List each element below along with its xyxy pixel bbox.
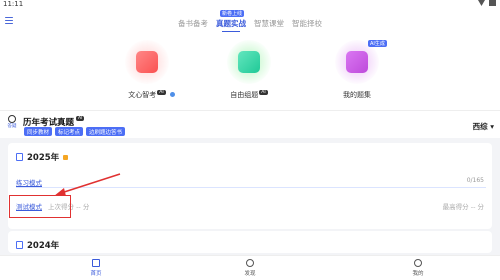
nav-profile[interactable]: 我的 [398,259,438,277]
exam-book-icon [136,51,158,73]
chip: 标记考点 [55,127,84,136]
ai-badge: AI [157,90,166,95]
feature-free-compose[interactable]: 自由组题 AI [214,40,284,100]
nav-home[interactable]: 首页 [76,259,116,277]
best-score: 最高得分 -- 分 [442,203,484,211]
top-tabs: 备书备考 新卷上线 真题实战 智慧课堂 智能择校 [178,10,322,32]
nav-label: 我的 [412,271,424,277]
new-badge: 新卷上线 [220,10,245,17]
ai-badge: AI [259,90,268,95]
question-set-icon [346,51,368,73]
year-label: 2024年 [27,241,60,251]
nav-label: 发现 [244,271,256,277]
nav-discover[interactable]: 发现 [230,259,270,277]
document-icon [16,153,23,161]
compass-icon [246,259,254,267]
feature-chips: 同步教材 标记考点 边刷题边答书 [24,127,126,136]
wifi-icon [478,0,485,6]
lock-icon [63,154,69,160]
annotation-arrow [54,173,121,196]
ai-badge: AI [76,116,85,121]
region-dropdown[interactable]: 西综 ▾ [473,121,494,132]
status-time: 11:11 [3,0,24,8]
home-icon [92,259,100,267]
chip: 同步教材 [24,127,53,136]
qa-button[interactable]: 答疑 [7,115,17,129]
lightbulb-icon [8,115,16,123]
feature-label: 文心智考 [128,91,157,99]
compose-icon [238,51,260,73]
feature-wenxin[interactable]: 文心智考 AI [112,40,182,100]
bottom-nav: 首页 发现 我的 [0,255,500,280]
exam-section-header: 答疑 历年考试真题 AI 同步教材 标记考点 边刷题边答书 西综 ▾ [0,110,500,138]
progress-count: 0/165 [466,177,484,184]
status-bar: 11:11 [0,0,500,10]
tab-school-select[interactable]: 智能择校 [292,13,322,32]
year-card-2024[interactable]: 2024年 [8,231,492,253]
feature-label: 我的题集 [343,91,371,99]
tab-label: 智能择校 [292,19,322,28]
menu-icon[interactable] [5,17,13,25]
practice-mode-link[interactable]: 练习模式 [16,177,42,187]
tab-smart-class[interactable]: 智慧课堂 [254,13,284,32]
tab-label: 真题实战 [216,19,246,28]
top-bar: 备书备考 新卷上线 真题实战 智慧课堂 智能择校 [0,10,500,32]
nav-label: 首页 [90,271,102,277]
tab-real-exams[interactable]: 新卷上线 真题实战 [216,10,246,32]
qa-label: 答疑 [7,124,17,129]
tab-label: 智慧课堂 [254,19,284,28]
tab-prep[interactable]: 备书备考 [178,13,208,32]
year-label: 2025年 [27,153,60,163]
system-icons [478,0,496,6]
indicator-dot [170,92,175,97]
document-icon [16,241,23,249]
feature-my-sets[interactable]: AI生成 我的题集 [322,40,392,100]
chip: 边刷题边答书 [86,127,126,136]
feature-label: 自由组题 [230,91,259,99]
ai-generated-badge: AI生成 [368,40,387,47]
feature-panel: 文心智考 AI 自由组题 AI AI生成 我的题集 [0,32,500,110]
battery-icon [489,0,496,6]
profile-icon [414,259,422,267]
tab-label: 备书备考 [178,19,208,28]
